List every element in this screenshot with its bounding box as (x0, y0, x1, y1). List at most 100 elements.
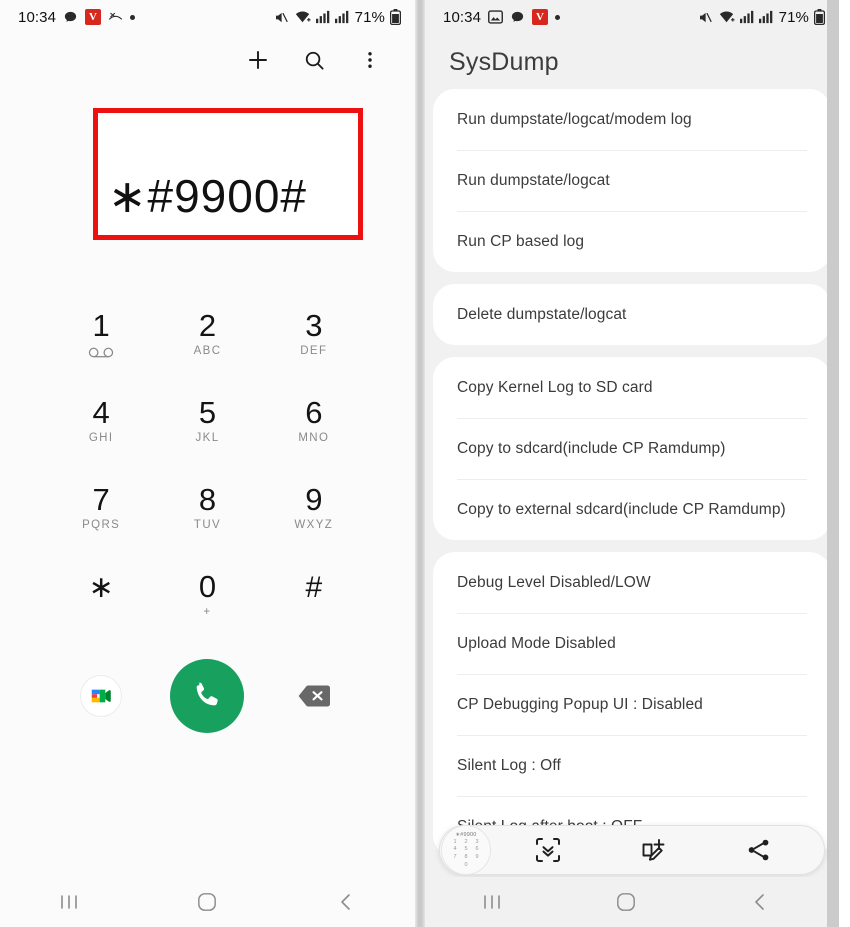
battery-icon (814, 9, 825, 25)
panel-divider (415, 0, 425, 927)
dialed-number-zone: ∗#9900# (0, 86, 415, 286)
scroll-capture-icon[interactable] (531, 833, 565, 867)
voicemail-icon (88, 345, 114, 359)
home-icon[interactable] (599, 883, 653, 921)
dialpad-key-hash[interactable]: # (261, 555, 367, 636)
status-bar-left-group: 10:34 V (443, 8, 561, 26)
list-item[interactable]: Silent Log : Off (433, 735, 831, 796)
dialpad-key-3[interactable]: 3 DEF (261, 294, 367, 375)
dialpad-key-6[interactable]: 6 MNO (261, 381, 367, 462)
dialpad-key-digit: 2 (198, 308, 217, 344)
call-icon[interactable] (170, 659, 245, 733)
thumbnail-keypad: 1 2 3 4 5 6 7 8 9 (450, 838, 483, 861)
thumbnail-key: 1 (453, 838, 457, 845)
dialpad-key-9[interactable]: 9 WXYZ (261, 468, 367, 549)
dialpad-key-7[interactable]: 7 PQRS (48, 468, 154, 549)
list-item[interactable]: Run dumpstate/logcat (433, 150, 831, 211)
dual-screenshot-composite: 10:34 V 71% ∗#9900# 1 2 ABC 3 DEF 4 GHI … (0, 0, 850, 927)
status-clock: 10:34 (443, 8, 482, 26)
list-item[interactable]: Run CP based log (433, 211, 831, 272)
thumbnail-key: 8 (464, 853, 468, 860)
overflow-menu-icon[interactable] (355, 45, 385, 75)
dialpad-key-letters: TUV (193, 518, 222, 531)
back-icon[interactable] (733, 883, 787, 921)
search-icon[interactable] (299, 45, 329, 75)
list-item[interactable]: CP Debugging Popup UI : Disabled (433, 674, 831, 735)
wifi-icon (718, 10, 735, 24)
recents-icon[interactable] (42, 883, 96, 921)
dialpad-key-letters: PQRS (82, 518, 121, 531)
left-panel-dialer: 10:34 V 71% ∗#9900# 1 2 ABC 3 DEF 4 GHI … (0, 0, 415, 927)
list-item[interactable]: Copy to external sdcard(include CP Ramdu… (433, 479, 831, 540)
dialpad-key-digit: 7 (92, 482, 110, 518)
dialpad-key-letters: DEF (300, 344, 328, 357)
missed-call-icon (108, 11, 123, 24)
list-item[interactable]: Run dumpstate/logcat/modem log (433, 89, 831, 150)
thumbnail-key: 9 (475, 853, 479, 860)
backspace-action (261, 682, 367, 710)
dialpad-key-digit: 5 (198, 395, 217, 431)
crop-markup-icon[interactable] (636, 833, 670, 867)
thumbnail-number-label: ∗#9900 (455, 831, 477, 838)
signal-icon (758, 10, 773, 24)
add-contact-icon[interactable] (243, 45, 273, 75)
share-icon[interactable] (742, 833, 776, 867)
dialpad-key-digit: 1 (92, 307, 110, 343)
google-meet-icon[interactable] (80, 675, 123, 717)
right-navigation-bar (425, 877, 827, 927)
list-item[interactable]: Copy to sdcard(include CP Ramdump) (433, 418, 831, 479)
signal-icon (739, 10, 754, 24)
dialpad-key-1[interactable]: 1 (48, 294, 154, 375)
dialer-action-row (0, 650, 415, 742)
list-item[interactable]: Copy Kernel Log to SD card (433, 357, 831, 418)
battery-percent-label: 71% (354, 8, 385, 26)
screenshot-thumbnail[interactable]: ∗#9900 1 2 3 4 5 6 7 8 9 0 (441, 825, 491, 875)
sysdump-card: Copy Kernel Log to SD card Copy to sdcar… (433, 357, 831, 540)
screenshot-action-group (491, 833, 824, 867)
sysdump-card: Run dumpstate/logcat/modem log Run dumps… (433, 89, 831, 272)
dialpad-key-8[interactable]: 8 TUV (154, 468, 260, 549)
dialed-number-display[interactable]: ∗#9900# (108, 169, 307, 223)
call-action (154, 659, 260, 733)
status-bar-left-group: 10:34 V (18, 8, 136, 26)
dialpad-key-digit: ∗ (88, 570, 114, 604)
video-call-action (48, 675, 154, 717)
sysdump-card-list: Run dumpstate/logcat/modem log Run dumps… (425, 89, 839, 857)
dialpad-key-4[interactable]: 4 GHI (48, 381, 154, 462)
sysdump-card: Debug Level Disabled/LOW Upload Mode Dis… (433, 552, 831, 857)
list-item[interactable]: Upload Mode Disabled (433, 613, 831, 674)
thumbnail-key: 5 (464, 846, 468, 853)
screenshot-icon (488, 10, 504, 24)
dot-icon (555, 14, 561, 20)
list-item[interactable]: Delete dumpstate/logcat (433, 284, 831, 345)
dialpad-key-digit: # (305, 570, 323, 604)
battery-icon (390, 9, 401, 25)
list-item[interactable]: Debug Level Disabled/LOW (433, 552, 831, 613)
left-navigation-bar (0, 877, 415, 927)
vivaldi-badge-icon: V (532, 9, 549, 25)
home-icon[interactable] (180, 883, 234, 921)
right-status-bar: 10:34 V 71% (425, 0, 839, 34)
dialpad-key-2[interactable]: 2 ABC (154, 294, 260, 375)
wifi-icon (294, 10, 311, 24)
dialpad-key-letters: ABC (193, 344, 222, 357)
dialpad-key-0[interactable]: 0 + (154, 555, 260, 636)
dialpad-key-star[interactable]: ∗ (48, 555, 154, 636)
status-clock: 10:34 (18, 8, 57, 26)
dialpad-key-5[interactable]: 5 JKL (154, 381, 260, 462)
back-icon[interactable] (319, 883, 373, 921)
left-status-bar: 10:34 V 71% (0, 0, 415, 34)
dialpad-key-letters: + (203, 605, 212, 618)
status-bar-right-group: 71% (697, 9, 825, 26)
dialpad-key-digit: 0 (198, 569, 217, 605)
backspace-icon[interactable] (292, 682, 336, 710)
screenshot-preview-toolbar: ∗#9900 1 2 3 4 5 6 7 8 9 0 (439, 825, 825, 875)
chat-bubble-icon (63, 10, 78, 25)
thumbnail-key: 2 (464, 838, 468, 845)
thumbnail-key: 4 (453, 846, 457, 853)
recents-icon[interactable] (465, 883, 519, 921)
thumbnail-key-zero: 0 (464, 862, 468, 869)
page-title: SysDump (449, 48, 559, 76)
dialpad-key-digit: 6 (305, 395, 323, 431)
vivaldi-badge-icon: V (85, 9, 102, 25)
